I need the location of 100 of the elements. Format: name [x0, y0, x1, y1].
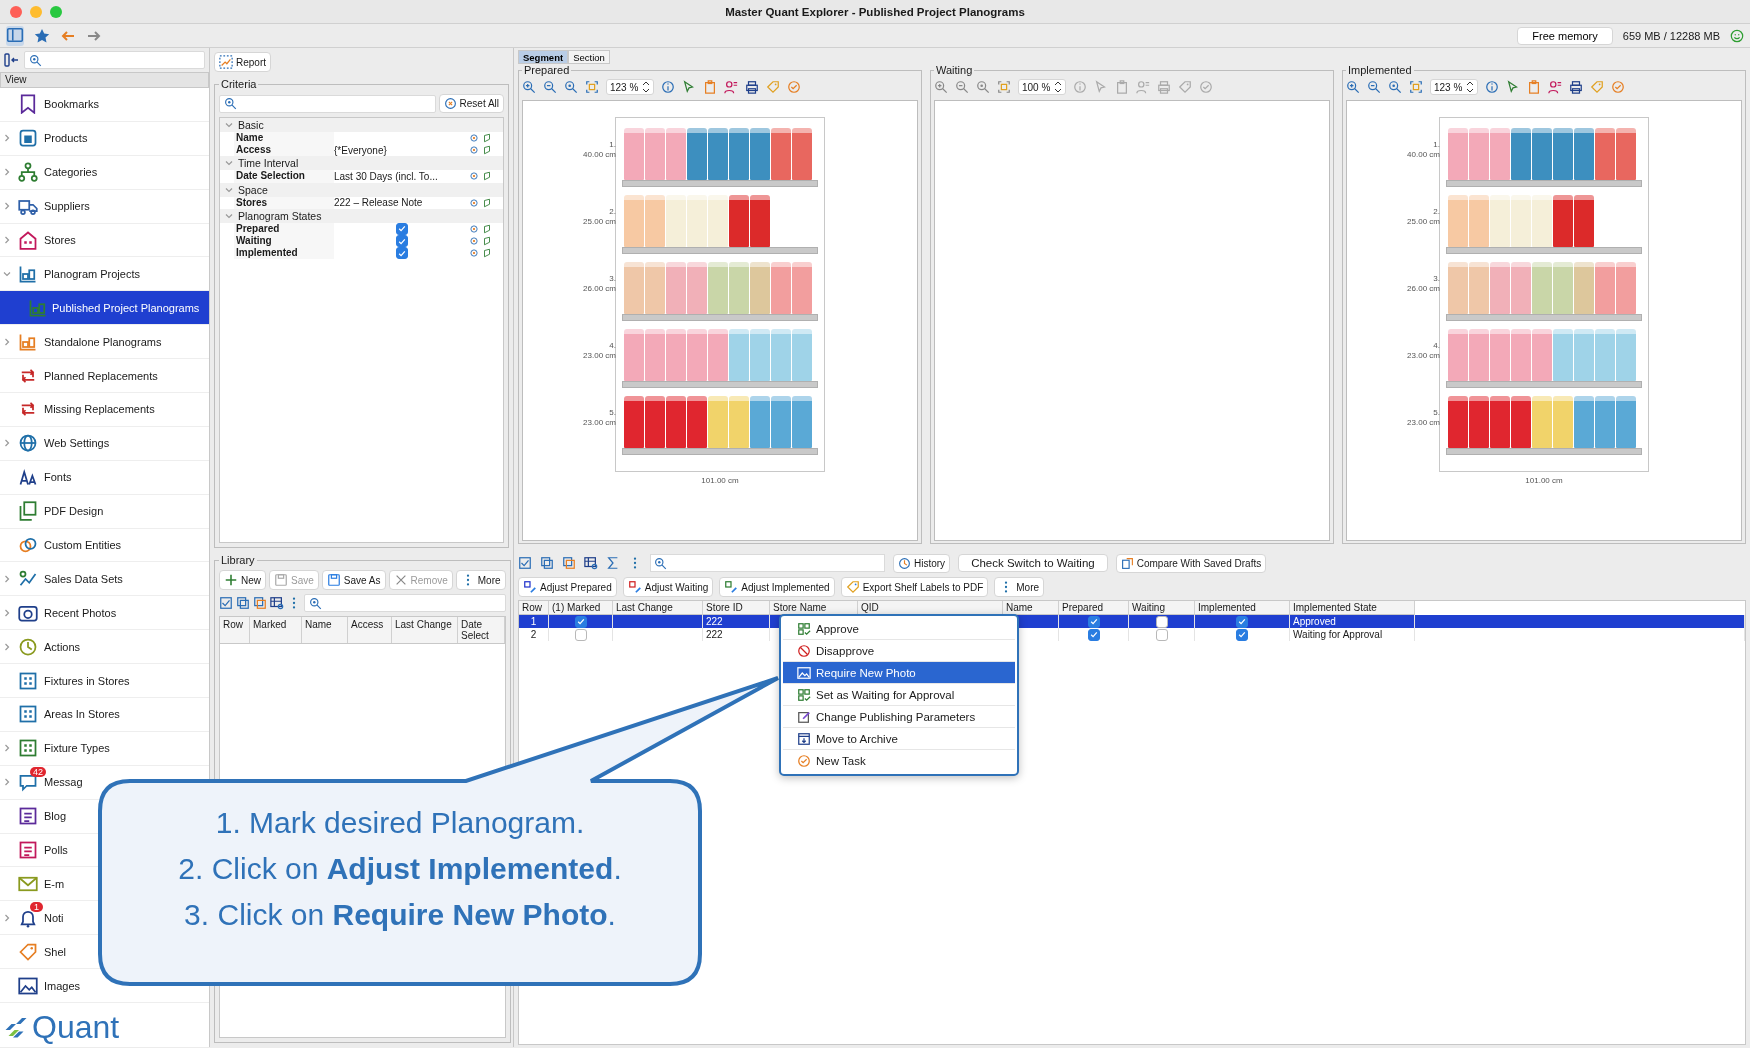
star-icon[interactable] [34, 27, 50, 44]
chevron-icon[interactable] [224, 120, 234, 130]
search-field[interactable] [219, 94, 436, 113]
chevron-icon[interactable] [2, 201, 12, 212]
search-field[interactable] [650, 554, 885, 572]
pin-icon[interactable] [482, 197, 492, 208]
stepper-icon[interactable] [642, 81, 651, 93]
reset-icon[interactable] [469, 145, 479, 156]
sidebar-item[interactable]: Stores [0, 223, 209, 258]
column-header[interactable]: Last Change [613, 601, 703, 615]
sidebar-item[interactable]: Suppliers [0, 189, 209, 224]
view-tab[interactable]: Section [568, 50, 610, 64]
checkbox[interactable] [574, 615, 587, 628]
fit-frame-icon[interactable] [585, 80, 599, 94]
view-tab[interactable]: Segment [518, 50, 569, 64]
person-icon[interactable] [724, 80, 739, 94]
zoom-out-icon[interactable] [955, 80, 969, 94]
sidebar-item[interactable]: Categories [0, 155, 209, 190]
checkbox[interactable] [395, 247, 408, 260]
table-settings-icon[interactable] [584, 556, 598, 570]
info-icon[interactable] [1485, 80, 1500, 94]
reset-icon[interactable] [469, 171, 479, 182]
check-all-icon[interactable] [518, 556, 532, 570]
sidebar-item[interactable]: Products [0, 121, 209, 156]
chevron-icon[interactable] [2, 777, 12, 788]
stepper-icon[interactable] [1466, 81, 1475, 93]
sidebar-item[interactable]: Standalone Planograms [0, 325, 209, 360]
zoom-out-icon[interactable] [543, 80, 557, 94]
menu-item[interactable]: Change Publishing Parameters [783, 706, 1015, 728]
column-header[interactable]: Marked [250, 617, 302, 643]
collapse-panel-icon[interactable] [4, 52, 20, 68]
sidebar-item[interactable]: Missing Replacements [0, 393, 209, 427]
reset-icon[interactable] [469, 236, 479, 247]
column-header[interactable]: Date Select [458, 617, 505, 643]
copy-icon[interactable] [236, 596, 250, 610]
check-circle-icon[interactable] [787, 80, 802, 94]
chevron-icon[interactable] [2, 743, 12, 754]
reset-icon[interactable] [469, 248, 479, 259]
table-settings-icon[interactable] [270, 596, 284, 610]
column-header[interactable]: Access [348, 617, 392, 643]
chevron-icon[interactable] [2, 133, 12, 144]
sidebar-item[interactable]: Fonts [0, 460, 209, 495]
reset-icon[interactable] [469, 133, 479, 144]
chevron-icon[interactable] [2, 167, 12, 178]
column-header[interactable]: Implemented State [1290, 601, 1415, 615]
search-field[interactable] [304, 594, 506, 612]
zoom-icon[interactable] [1388, 80, 1402, 94]
pin-icon[interactable] [482, 236, 492, 247]
check-circle-icon[interactable] [1611, 80, 1626, 94]
reset-icon[interactable] [469, 223, 479, 234]
tag-icon[interactable] [1590, 80, 1605, 94]
column-header[interactable]: Last Change [392, 617, 458, 643]
free-memory-button[interactable]: Free memory [1517, 26, 1613, 45]
chevron-icon[interactable] [2, 438, 12, 449]
sidebar-item[interactable]: Planned Replacements [0, 359, 209, 393]
sidebar-item[interactable]: Published Project Planograms [0, 291, 209, 326]
chevron-icon[interactable] [2, 573, 12, 584]
sidebar-item[interactable]: Areas In Stores [0, 698, 209, 732]
column-header[interactable]: QID [858, 601, 1003, 615]
menu-item[interactable]: Move to Archive [783, 728, 1015, 750]
reset-all-button[interactable]: Reset All [438, 94, 504, 113]
menu-item[interactable]: Set as Waiting for Approval [783, 684, 1015, 706]
zoom-in-icon[interactable] [934, 80, 948, 94]
column-header[interactable]: (1) Marked [549, 601, 613, 615]
action-button[interactable]: Adjust Waiting [622, 577, 714, 597]
check-circle-icon[interactable] [1199, 80, 1214, 94]
copy-icon[interactable] [540, 556, 554, 570]
info-icon[interactable] [661, 80, 676, 94]
clipboard-icon[interactable] [1115, 80, 1130, 94]
column-header[interactable]: Name [302, 617, 348, 643]
column-header[interactable]: Waiting [1129, 601, 1195, 615]
sidebar-item[interactable]: PDF Design [0, 494, 209, 529]
tag-icon[interactable] [1178, 80, 1193, 94]
printer-icon[interactable] [1569, 80, 1584, 94]
pin-icon[interactable] [482, 248, 492, 259]
sidebar-item[interactable]: Fixture Types [0, 731, 209, 766]
toolbar-button[interactable]: More [455, 570, 506, 590]
action-button[interactable]: Adjust Prepared [518, 577, 617, 597]
column-header[interactable]: Name [1003, 601, 1059, 615]
sidebar-item[interactable]: Custom Entities [0, 528, 209, 563]
sidebar-item[interactable]: Web Settings [0, 426, 209, 461]
zoom-field[interactable]: 123 % [606, 79, 655, 95]
menu-item[interactable]: Require New Photo [783, 662, 1015, 684]
chevron-icon[interactable] [2, 607, 12, 618]
zoom-in-icon[interactable] [522, 80, 536, 94]
chevron-icon[interactable] [2, 912, 12, 923]
checkbox[interactable] [574, 628, 587, 641]
zoom-button[interactable] [50, 6, 62, 18]
close-button[interactable] [10, 6, 22, 18]
sidebar-item[interactable]: Fixtures in Stores [0, 664, 209, 699]
check-switch-button[interactable]: Check Switch to Waiting [958, 554, 1108, 572]
column-header[interactable]: Store Name [770, 601, 858, 615]
zoom-out-icon[interactable] [1367, 80, 1381, 94]
checkbox[interactable] [395, 235, 408, 248]
zoom-field[interactable]: 123 % [1430, 79, 1479, 95]
column-header[interactable]: Row [220, 617, 250, 643]
chevron-icon[interactable] [2, 235, 12, 245]
sidebar-item[interactable]: Recent Photos [0, 596, 209, 631]
fit-frame-icon[interactable] [997, 80, 1011, 94]
clipboard-icon[interactable] [1527, 80, 1542, 94]
